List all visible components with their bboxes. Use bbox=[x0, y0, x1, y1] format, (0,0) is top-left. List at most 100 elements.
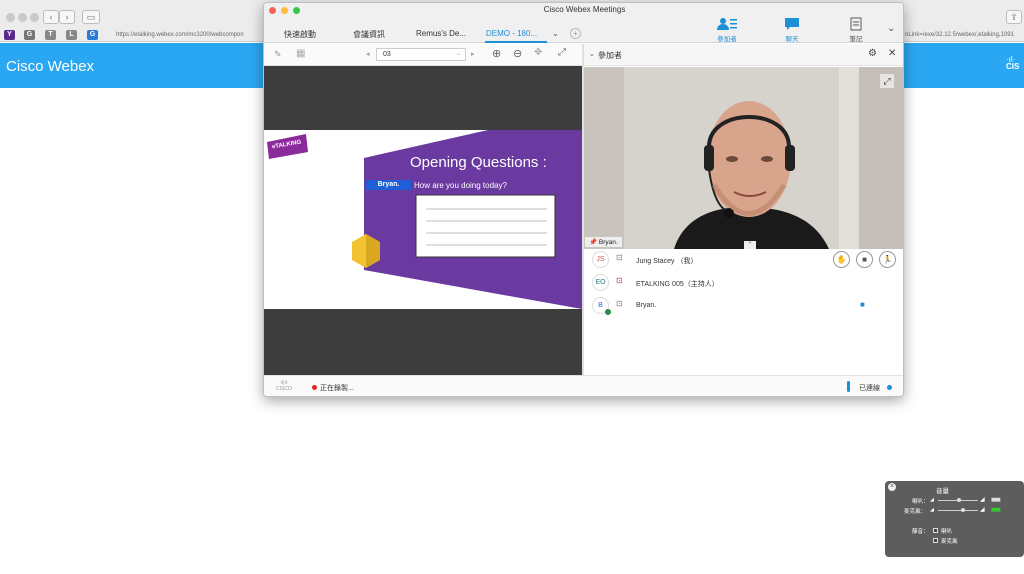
video-on-icon: ■ bbox=[860, 300, 865, 309]
close-panel-icon[interactable]: ✕ bbox=[888, 48, 896, 59]
mute-speaker-checkbox[interactable] bbox=[933, 528, 938, 533]
tab-quick-start[interactable]: 快速啟動 bbox=[284, 29, 316, 40]
settings-gear-icon[interactable]: ⚙ bbox=[868, 48, 877, 59]
webex-meetings-window: Cisco Webex Meetings 快速啟動 會議資訊 Remus's D… bbox=[263, 2, 904, 397]
connection-status: 已連線 bbox=[859, 385, 880, 392]
screen-share-icon: ⊡ bbox=[616, 299, 623, 308]
url-text-left[interactable]: https://etalking.webex.com/mc3200/webcom… bbox=[116, 32, 244, 38]
page-number-select[interactable]: 03 ⌄ bbox=[376, 48, 466, 61]
browser-close-button[interactable] bbox=[6, 13, 15, 22]
speaker-level-meter: ▮▮▮▮▮ bbox=[991, 497, 1001, 503]
mute-mic-checkbox[interactable] bbox=[933, 538, 938, 543]
fit-icon[interactable]: ✥ bbox=[534, 47, 542, 58]
page-chevron-down-icon: ⌄ bbox=[455, 51, 461, 57]
participants-panel-header: ⌄ 參加者 ⚙ ✕ bbox=[584, 44, 903, 66]
cisco-logo-icon: ·ıl· CIS bbox=[1006, 55, 1020, 71]
mic-volume-low-icon: ◢ bbox=[930, 507, 934, 513]
participant-name: Jung Stacey （我） bbox=[636, 258, 698, 265]
cisco-logo-icon: ·ıl|ıl· CISCO bbox=[276, 380, 292, 392]
participant-name: Bryan. bbox=[636, 302, 657, 309]
participant-row[interactable]: JS ⊡ Jung Stacey （我） ✋ ■ 🏃 bbox=[584, 248, 903, 271]
video-name-text: Bryan. bbox=[598, 239, 618, 246]
slide-name-tag: Bryan. bbox=[366, 180, 411, 190]
page-bottom-scrollbar[interactable] bbox=[0, 566, 1024, 574]
forward-button[interactable]: › bbox=[59, 10, 75, 24]
bookmark-outlook[interactable]: G bbox=[87, 30, 98, 40]
microphone-icon[interactable] bbox=[847, 381, 850, 392]
mute-speaker-label: 喇叭 bbox=[941, 529, 953, 535]
mute-mic-label: 麥克風 bbox=[941, 539, 958, 545]
participants-panel-title: 參加者 bbox=[598, 51, 622, 60]
browser-minimize-button[interactable] bbox=[18, 13, 27, 22]
video-name-label: 📌 Bryan. bbox=[585, 237, 622, 247]
slide-title: Opening Questions : bbox=[410, 154, 547, 171]
mic-label: 麥克風： bbox=[904, 509, 927, 515]
bookmark-l[interactable]: L bbox=[66, 30, 77, 40]
mic-volume-slider[interactable] bbox=[938, 510, 978, 511]
chat-button[interactable]: 聊天 bbox=[772, 17, 812, 43]
mic-volume-knob[interactable] bbox=[961, 508, 965, 512]
volume-title: 音量 bbox=[936, 488, 949, 495]
presentation-slide: eTALKING Opening Questions : Bryan. How … bbox=[264, 130, 582, 309]
status-bar: ·ıl|ıl· CISCO 正在錄製... 已連線 bbox=[264, 375, 903, 396]
mic-level-meter: ▮▮▮▮▮ bbox=[991, 507, 1001, 513]
share-icon[interactable]: ⇪ bbox=[1006, 10, 1022, 24]
speaker-volume-knob[interactable] bbox=[957, 498, 961, 502]
tab-demo[interactable]: DEMO - 180... bbox=[486, 29, 537, 38]
participant-avatar: EO bbox=[592, 274, 609, 291]
prev-page-icon[interactable]: ◂ bbox=[366, 50, 370, 58]
tabs-overflow-chevron-icon[interactable]: ⌄ bbox=[552, 29, 559, 38]
add-tab-icon[interactable]: + bbox=[570, 28, 581, 39]
fullscreen-icon[interactable]: ⤢ bbox=[558, 47, 566, 58]
more-chevron-icon[interactable]: ⌄ bbox=[887, 23, 895, 34]
thumbnails-grid-icon[interactable]: ▦ bbox=[296, 48, 305, 59]
participant-row[interactable]: EO ⊡ ETALKING 005（主持人） bbox=[584, 271, 903, 294]
leave-button[interactable]: 🏃 bbox=[879, 251, 896, 268]
chat-button-label: 聊天 bbox=[785, 36, 799, 43]
participant-avatar: JS bbox=[592, 251, 609, 268]
notes-button[interactable]: 筆記 bbox=[836, 17, 876, 43]
volume-close-icon[interactable]: × bbox=[888, 483, 896, 491]
notes-icon bbox=[850, 17, 862, 31]
raise-hand-button[interactable]: ✋ bbox=[833, 251, 850, 268]
url-text-right[interactable]: nLink=/exe/32.12.5/webex/,etalking,1091 bbox=[905, 32, 1014, 38]
mute-label: 靜音： bbox=[912, 529, 929, 535]
video-frame bbox=[584, 67, 903, 249]
participants-icon bbox=[717, 18, 737, 30]
volume-high-icon: ◢ bbox=[980, 497, 985, 503]
slide-question: How are you doing today? bbox=[414, 181, 507, 190]
tab-remus-desktop[interactable]: Remus's De... bbox=[416, 29, 466, 38]
speaker-label: 喇叭： bbox=[912, 499, 929, 505]
next-page-icon[interactable]: ▸ bbox=[471, 50, 475, 58]
recording-status: 正在錄製... bbox=[320, 385, 354, 392]
volume-low-icon: ◢ bbox=[930, 497, 934, 503]
banner-title: Cisco Webex bbox=[6, 58, 95, 75]
chat-icon bbox=[785, 18, 799, 30]
bookmark-t[interactable]: T bbox=[45, 30, 56, 40]
bookmark-g[interactable]: G bbox=[24, 30, 35, 40]
zoom-in-icon[interactable]: ⊕ bbox=[492, 47, 501, 60]
tab-meeting-info[interactable]: 會議資訊 bbox=[353, 29, 385, 40]
screen-share-muted-icon: ⊡ bbox=[616, 276, 623, 285]
browser-zoom-button[interactable] bbox=[30, 13, 39, 22]
notes-button-label: 筆記 bbox=[849, 36, 863, 43]
participants-button[interactable]: 參加者 bbox=[707, 17, 747, 43]
sidebar-toggle-button[interactable]: ▭ bbox=[82, 10, 100, 24]
participant-row[interactable]: B ⊡ Bryan. ■ bbox=[584, 294, 903, 317]
participant-video: ⤢ 📌 Bryan. ⌃ bbox=[584, 67, 903, 249]
page-number-value: 03 bbox=[383, 51, 391, 58]
zoom-out-icon[interactable]: ⊖ bbox=[513, 47, 522, 60]
participants-button-label: 參加者 bbox=[717, 36, 737, 43]
collapse-chevron-icon[interactable]: ⌄ bbox=[589, 50, 595, 58]
presenter-badge-icon bbox=[605, 309, 611, 315]
mic-volume-high-icon: ◢ bbox=[980, 507, 985, 513]
screen-share-icon: ⊡ bbox=[616, 253, 623, 262]
bookmark-yahoo[interactable]: Y bbox=[4, 30, 15, 40]
back-button[interactable]: ‹ bbox=[43, 10, 59, 24]
video-camera-button[interactable]: ■ bbox=[856, 251, 873, 268]
participant-name: ETALKING 005（主持人） bbox=[636, 281, 719, 288]
window-title: Cisco Webex Meetings bbox=[543, 5, 626, 14]
annotate-pen-icon[interactable]: ✎ bbox=[274, 49, 282, 60]
expand-video-icon[interactable]: ⤢ bbox=[880, 74, 894, 88]
connection-dot-icon bbox=[887, 385, 892, 390]
